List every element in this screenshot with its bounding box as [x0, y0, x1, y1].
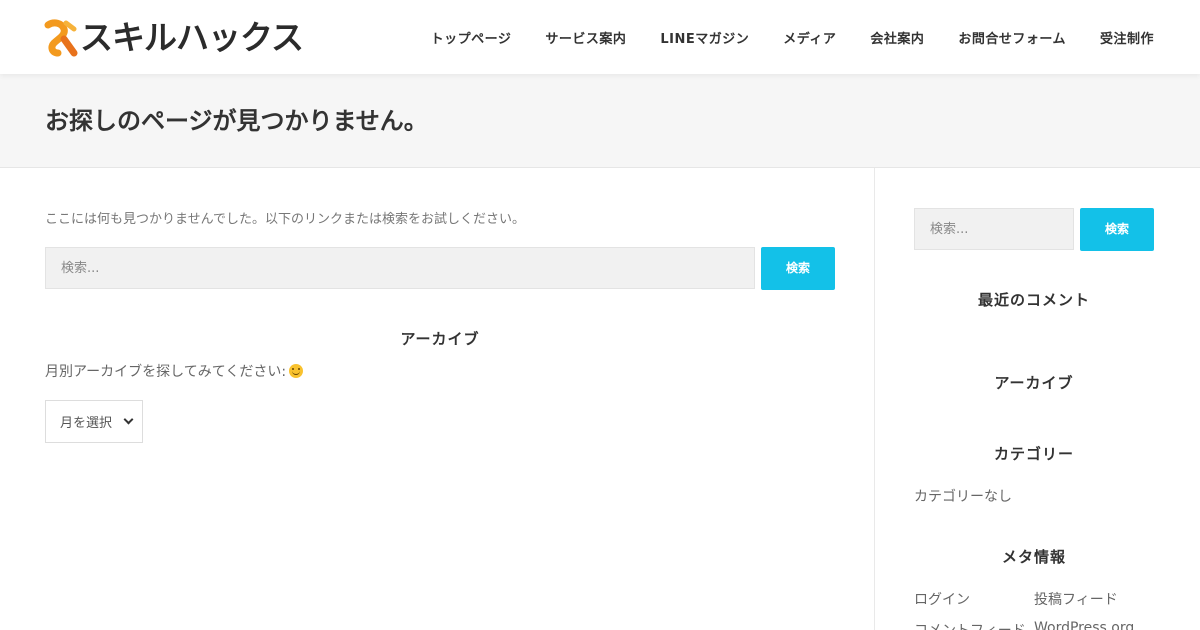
archive-widget-title: アーカイブ: [400, 330, 480, 348]
month-select[interactable]: 月を選択: [45, 400, 143, 443]
not-found-notice: ここには何も見つかりませんでした。以下のリンクまたは検索をお試しください。: [45, 212, 525, 227]
meta-link-login[interactable]: ログイン: [914, 589, 970, 609]
main-nav: トップページ サービス案内 LINEマガジン メディア 会社案内 お問合せフォー…: [397, 0, 1154, 74]
sidebar-search-button[interactable]: 検索: [1080, 208, 1154, 251]
meta-link-entries-feed[interactable]: 投稿フィード: [1034, 589, 1118, 609]
page-title: お探しのページが見つかりません。: [45, 107, 428, 135]
main-search-button[interactable]: 検索: [761, 247, 835, 290]
meta-title: メタ情報: [1001, 548, 1066, 566]
nav-item-production[interactable]: 受注制作: [1100, 28, 1154, 47]
site-logo[interactable]: スキルハックス: [44, 18, 304, 58]
main-search-input[interactable]: [45, 247, 755, 289]
chevron-down-icon: [123, 414, 134, 425]
logo-mark-icon: [44, 19, 78, 57]
logo-text: スキルハックス: [80, 18, 304, 57]
smile-emoji-icon: [289, 364, 304, 378]
nav-item-services[interactable]: サービス案内: [545, 28, 626, 47]
nav-item-company[interactable]: 会社案内: [870, 28, 924, 47]
sidebar-search-input[interactable]: [914, 208, 1074, 250]
recent-comments-title: 最近のコメント: [977, 291, 1090, 309]
category-title: カテゴリー: [993, 445, 1074, 463]
sidebar: 検索 最近のコメント アーカイブ カテゴリー カテゴリーなし メタ情報 ログイン…: [876, 168, 1200, 630]
sidebar-archive-title: アーカイブ: [994, 374, 1074, 392]
nav-item-media[interactable]: メディア: [783, 28, 836, 47]
meta-link-wordpress[interactable]: WordPress.org: [1034, 620, 1134, 630]
meta-link-comments-feed[interactable]: コメントフィード: [914, 620, 1026, 630]
category-none-link[interactable]: カテゴリーなし: [914, 486, 1012, 506]
page-title-bar: お探しのページが見つかりません。: [0, 74, 1200, 168]
main-content: ここには何も見つかりませんでした。以下のリンクまたは検索をお試しください。 検索…: [0, 168, 875, 630]
nav-item-contact[interactable]: お問合せフォーム: [958, 28, 1066, 47]
month-select-value: 月を選択: [60, 416, 113, 431]
nav-item-top[interactable]: トップページ: [431, 28, 512, 47]
archive-text: 月別アーカイブを探してみてください:: [45, 361, 304, 383]
site-header: スキルハックス トップページ サービス案内 LINEマガジン メディア 会社案内…: [0, 0, 1200, 74]
archive-text-label: 月別アーカイブを探してみてください:: [45, 364, 287, 380]
nav-item-line-magazine[interactable]: LINEマガジン: [660, 28, 749, 47]
